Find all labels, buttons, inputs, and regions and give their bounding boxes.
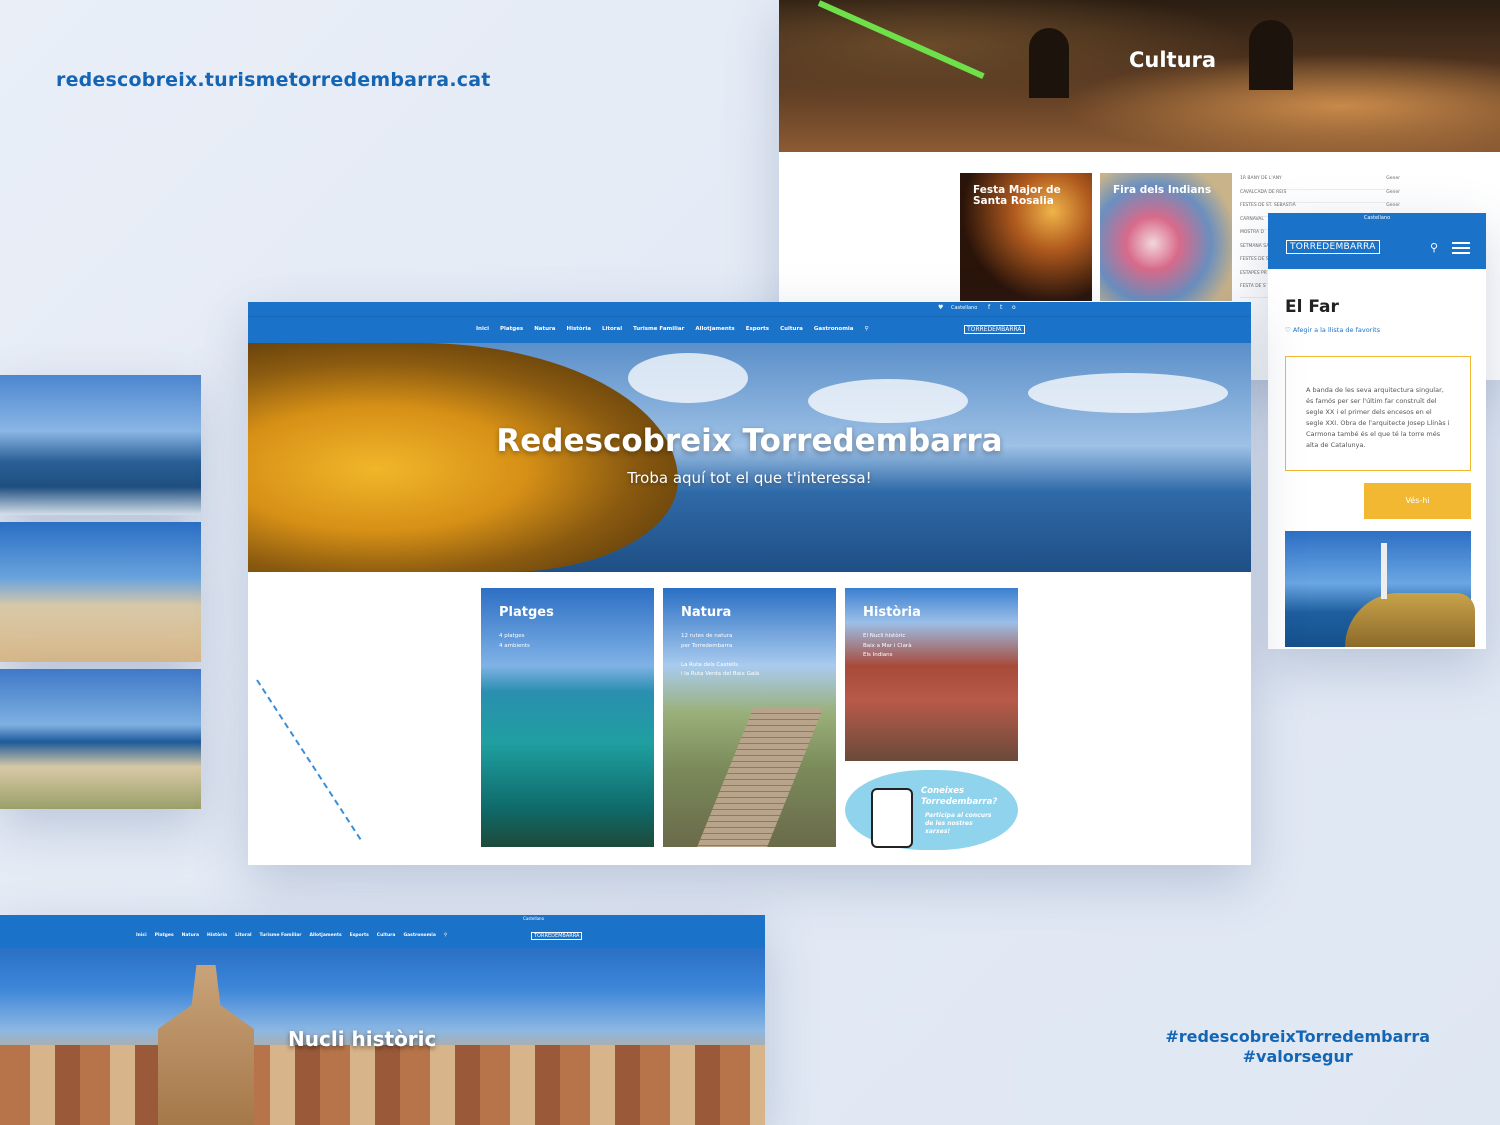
instagram-icon[interactable]: o [1012, 304, 1016, 311]
nav-item[interactable]: Gastronomia [403, 933, 435, 938]
card-title: Història [863, 605, 921, 620]
hashtag[interactable]: #valorsegur [1165, 1047, 1430, 1067]
nav-item[interactable]: Allotjaments [695, 326, 734, 332]
description-box: A banda de les seva arquitectura singula… [1285, 356, 1471, 471]
phone-icon [871, 788, 913, 848]
heart-icon: ♡ [1285, 326, 1291, 334]
list-item[interactable]: CAVALCADA DE REIS Gener [1240, 190, 1400, 203]
page-title: El Far [1285, 297, 1339, 317]
hero-title: Redescobreix Torredembarra [496, 423, 1003, 459]
beach-photo [0, 522, 201, 662]
facebook-icon[interactable]: f [988, 304, 990, 311]
search-icon[interactable]: ⚲ [444, 933, 447, 938]
promo-question: Coneixes Torredembarra? [921, 786, 998, 807]
list-item[interactable]: 1R BANY DE L'ANY Gener [1240, 176, 1400, 190]
site-url: redescobreix.turismetorredembarra.cat [56, 69, 491, 91]
card-natura[interactable]: Natura 12 rutes de natura per Torredembar… [663, 588, 836, 847]
dashed-line [256, 679, 362, 840]
slackline [817, 0, 985, 79]
nav-item[interactable]: Història [567, 326, 591, 332]
search-icon[interactable]: ⚲ [865, 326, 869, 332]
main-nav: Inici Platges Natura Història Litoral Tu… [248, 316, 1251, 343]
culture-hero: Cultura [779, 0, 1500, 152]
nav-item[interactable]: Turisme Familiar [260, 933, 302, 938]
hero-banner: Redescobreix Torredembarra Troba aquí to… [248, 343, 1251, 572]
culture-card-fira-indians[interactable]: Fira dels Indians [1100, 173, 1232, 301]
cloud [808, 379, 968, 423]
lighthouse-photo [1285, 531, 1475, 647]
nav-item[interactable]: Inici [476, 326, 489, 332]
mobile-header: TORREDEMBARRA ⚲ [1268, 224, 1486, 269]
nav-item[interactable]: Història [207, 933, 227, 938]
nav-item[interactable]: Natura [534, 326, 555, 332]
card-platges[interactable]: Platges 4 platges 4 ambients [481, 588, 654, 847]
card-title: Platges [499, 605, 554, 620]
language-link[interactable]: Castellano [951, 305, 977, 311]
search-icon[interactable]: ⚲ [1430, 241, 1438, 254]
card-description: El Nucli històric Baix a Mar i Clarà Els I… [863, 633, 912, 658]
nucli-hero-title: Nucli històric [288, 1027, 437, 1051]
coast-photo [0, 375, 201, 515]
main-page-screenshot: ♥ Castellano f t o Inici Platges Natura … [248, 302, 1251, 865]
card-description: 4 platges 4 ambients [499, 633, 530, 649]
cloud [628, 353, 748, 403]
cloud [1028, 373, 1228, 413]
card-label: Festa Major de Santa Rosalia [973, 184, 1061, 207]
nav-item[interactable]: Natura [182, 933, 199, 938]
card-historia[interactable]: Història El Nucli històric Baix a Mar i C… [845, 588, 1018, 761]
logo[interactable]: TORREDEMBARRA [1286, 240, 1380, 254]
main-nav: Inici Platges Natura Història Litoral Tu… [0, 924, 765, 948]
church-tower [158, 965, 254, 1125]
nav-item[interactable]: Platges [155, 933, 174, 938]
add-favorite-link[interactable]: ♡ Afegir a la llista de favorits [1285, 326, 1380, 334]
top-bar: ♥ Castellano f t o [248, 302, 1251, 316]
nav-item[interactable]: Esports [746, 326, 769, 332]
menu-icon[interactable] [1452, 242, 1470, 257]
nav-item[interactable]: Inici [136, 933, 147, 938]
promo-bubble[interactable]: Coneixes Torredembarra? Participa al con… [845, 770, 1018, 850]
card-description: 12 rutes de natura per Torredembarra La R… [681, 633, 760, 677]
nav-item[interactable]: Platges [500, 326, 523, 332]
hashtags: #redescobreixTorredembarra #valorsegur [1165, 1027, 1430, 1067]
nav-item[interactable]: Esports [350, 933, 369, 938]
logo[interactable]: TORREDEMBARRA [531, 932, 583, 940]
go-button[interactable]: Vés-hi [1364, 483, 1471, 519]
nucli-page-screenshot: Castellano Inici Platges Natura Història… [0, 915, 765, 1125]
mobile-page-screenshot: Castellano TORREDEMBARRA ⚲ El Far ♡ Afeg… [1268, 213, 1486, 649]
nav-item[interactable]: Turisme Familiar [633, 326, 684, 332]
boardwalk [692, 708, 824, 847]
twitter-icon[interactable]: t [1000, 304, 1002, 311]
arch [1249, 20, 1293, 90]
nav-item[interactable]: Gastronomia [814, 326, 854, 332]
heart-icon[interactable]: ♥ [938, 304, 943, 311]
nav-item[interactable]: Cultura [377, 933, 396, 938]
nav-item[interactable]: Allotjaments [309, 933, 341, 938]
top-bar: Castellano [0, 915, 765, 924]
nav-item[interactable]: Cultura [780, 326, 803, 332]
arch [1029, 28, 1069, 98]
culture-hero-title: Cultura [1129, 48, 1217, 72]
promo-cta: Participa al concurs de les nostres xarx… [925, 812, 992, 835]
nav-item[interactable]: Litoral [602, 326, 622, 332]
rooftops [0, 1045, 765, 1125]
language-link[interactable]: Castellano [523, 916, 544, 921]
card-title: Natura [681, 605, 732, 620]
nav-item[interactable]: Litoral [235, 933, 251, 938]
card-label: Fira dels Indians [1113, 184, 1212, 196]
hashtag[interactable]: #redescobreixTorredembarra [1165, 1027, 1430, 1047]
language-link[interactable]: Castellano [1268, 213, 1486, 224]
umbrellas-photo [0, 669, 201, 809]
hero-subtitle: Troba aquí tot el que t'interessa! [627, 469, 872, 487]
culture-card-festa-major[interactable]: Festa Major de Santa Rosalia [960, 173, 1092, 301]
logo[interactable]: TORREDEMBARRA [964, 325, 1025, 334]
